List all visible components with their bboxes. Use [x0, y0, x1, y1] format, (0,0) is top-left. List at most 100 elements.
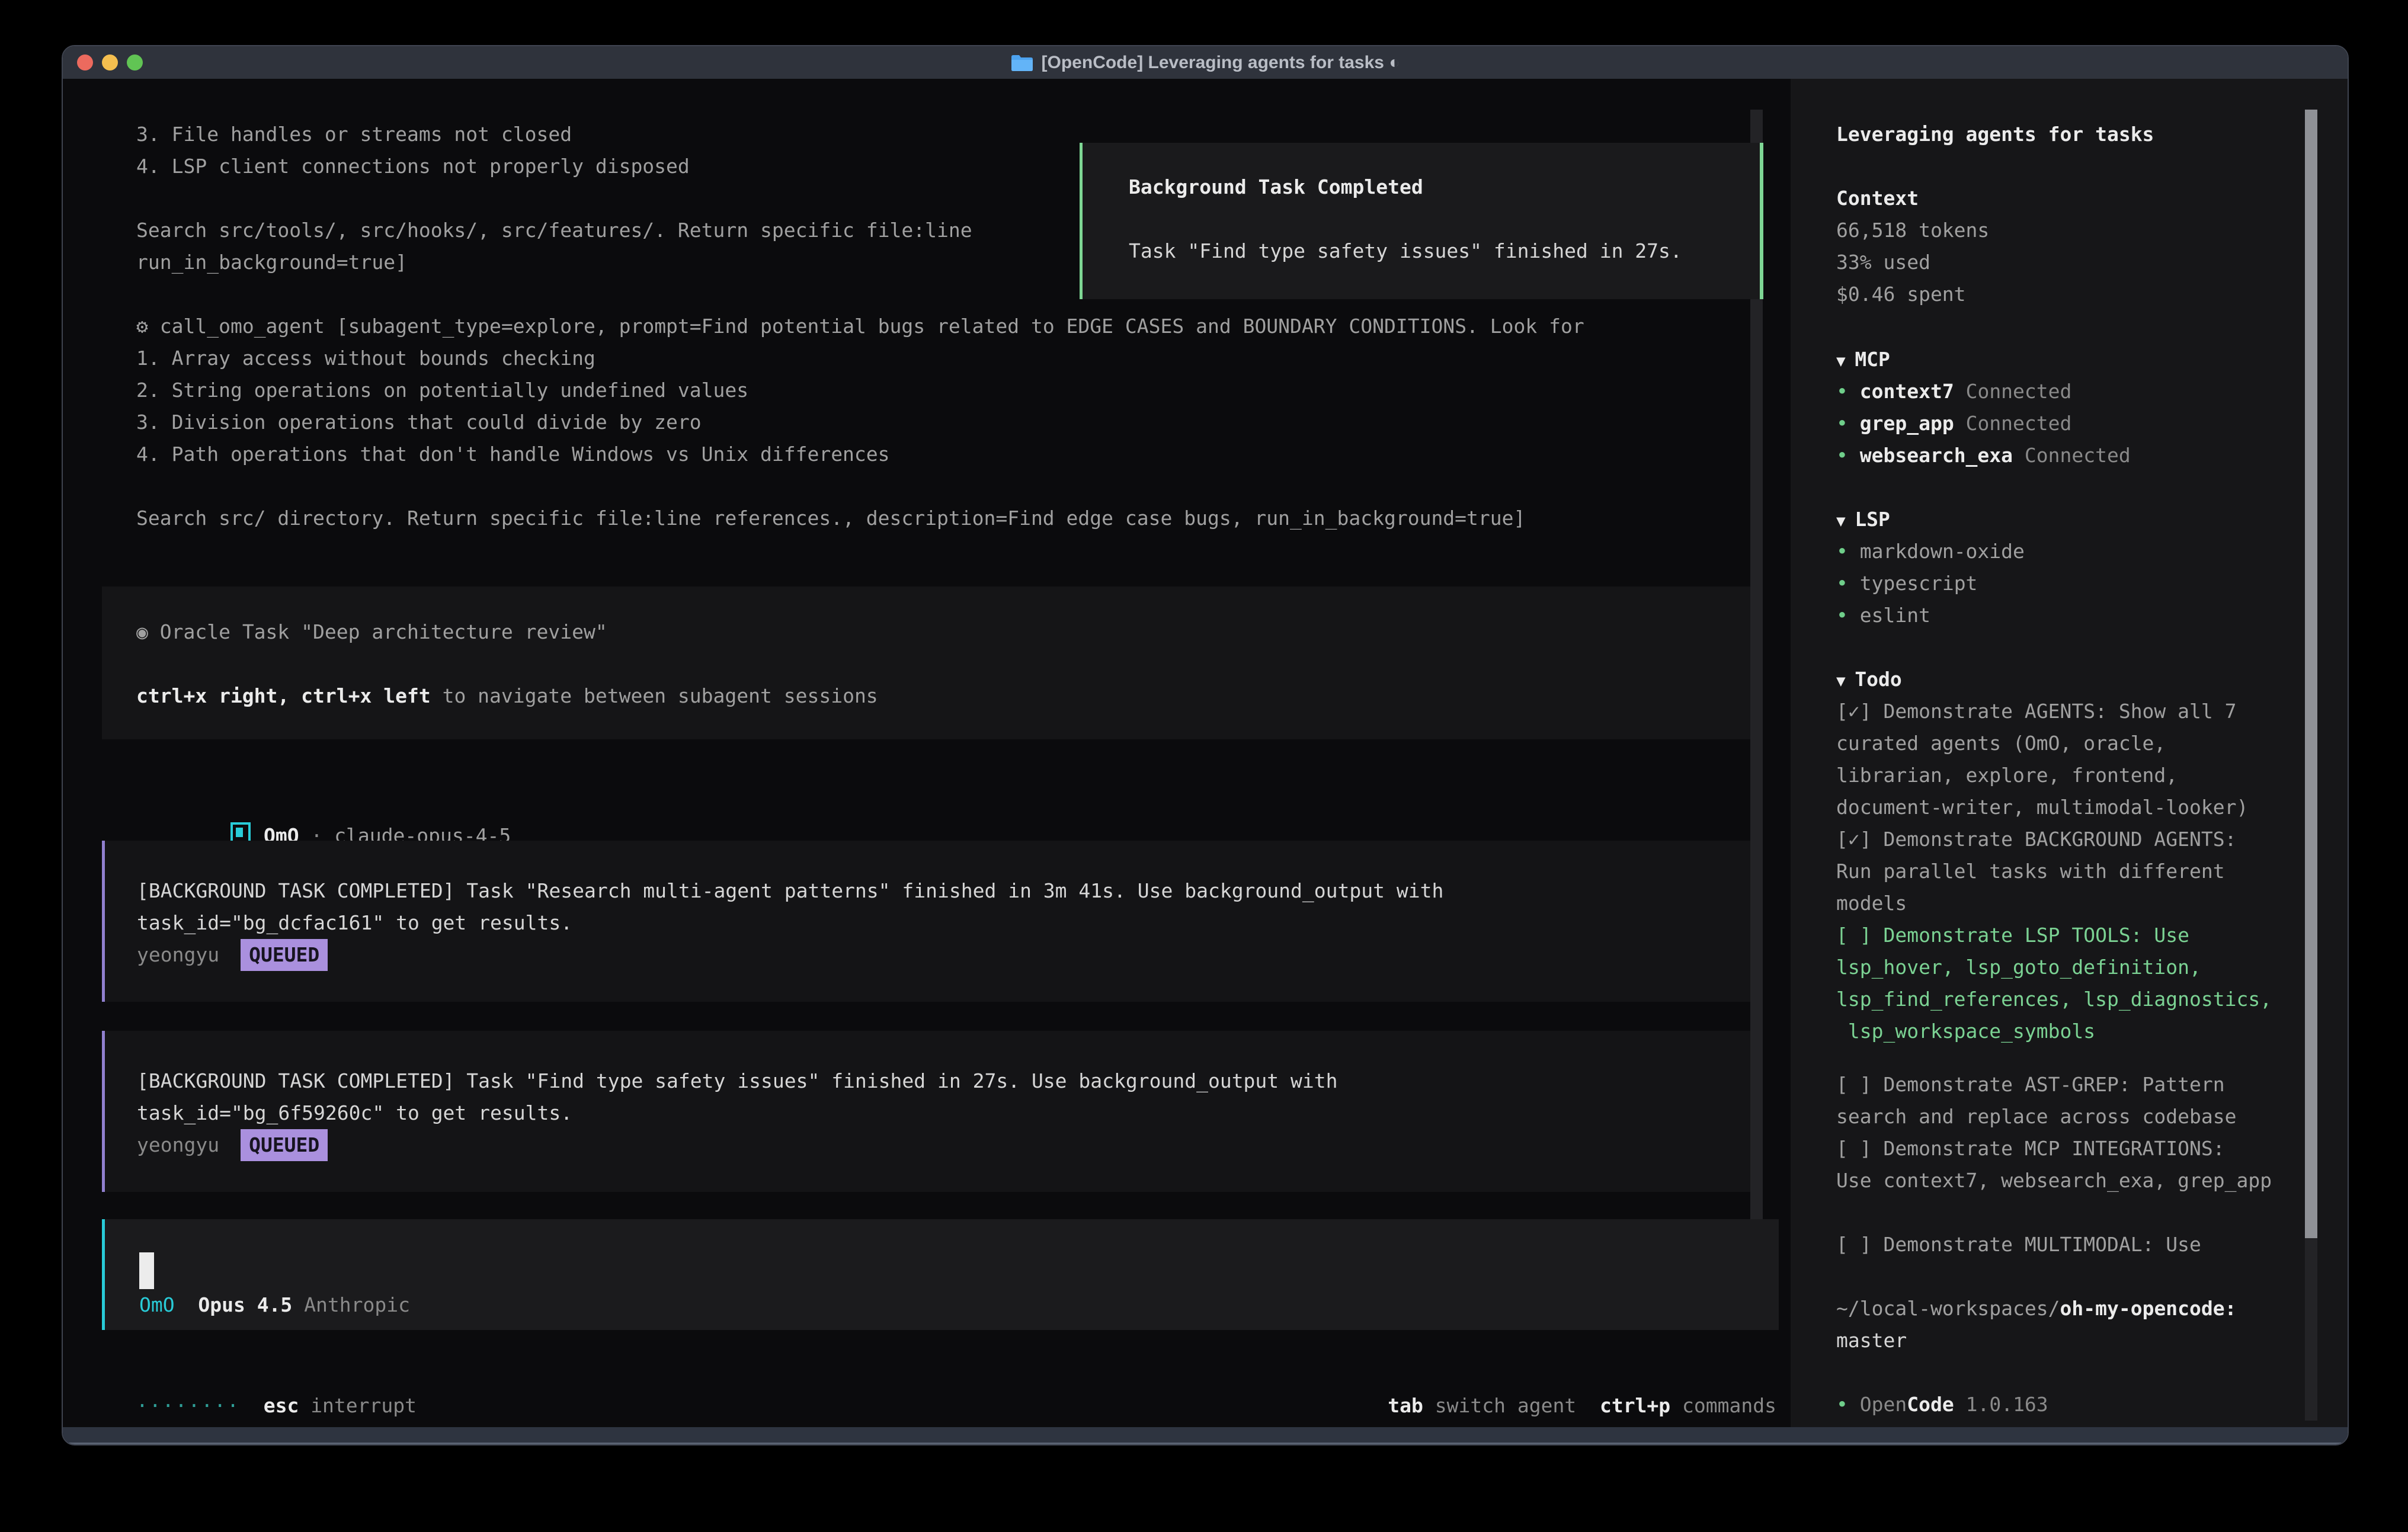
folder-icon: [1011, 54, 1033, 72]
todo-item-line: [✓] Demonstrate BACKGROUND AGENTS:: [1836, 823, 2237, 855]
todo-item-line: Run parallel tasks with different: [1836, 855, 2225, 887]
scrollback-line: run_in_background=true]: [136, 246, 407, 278]
titlebar: [OpenCode] Leveraging agents for tasks ◐: [63, 46, 2348, 79]
status-dot-icon: •: [1836, 1393, 1860, 1416]
window-bottom-bar: [63, 1427, 2348, 1444]
ctrlp-key-label: commands: [1682, 1394, 1776, 1417]
todo-item-line-active: [ ] Demonstrate LSP TOOLS: Use: [1836, 919, 2189, 951]
spinner-dots: ········: [136, 1394, 240, 1417]
hint-text: to navigate between subagent sessions: [431, 684, 878, 707]
context-heading: Context: [1836, 182, 1919, 214]
close-button[interactable]: [77, 55, 93, 70]
todo-item-line: document-writer, multimodal-looker): [1836, 791, 2248, 823]
ctrlp-key-hint: ctrl+p: [1600, 1394, 1670, 1417]
minimize-button[interactable]: [102, 55, 118, 70]
status-dot-icon: •: [1836, 572, 1860, 595]
tool-call-item: 3. Division operations that could divide…: [136, 406, 702, 438]
input-provider: Anthropic: [304, 1293, 410, 1316]
tool-call-item: 1. Array access without bounds checking: [136, 342, 595, 374]
todo-item-line-active: lsp_hover, lsp_goto_definition,: [1836, 951, 2201, 983]
statusbar-left: ········ esc interrupt: [136, 1390, 417, 1422]
window-title: [OpenCode] Leveraging agents for tasks ◐: [1011, 52, 1400, 73]
record-icon: ◉: [136, 620, 148, 643]
workspace-path: ~/local-workspaces/oh-my-opencode:: [1836, 1293, 2237, 1325]
author: yeongyu: [137, 1133, 219, 1156]
tool-call-text: call_omo_agent [subagent_type=explore, p…: [160, 315, 1584, 338]
mcp-item: • websearch_exa Connected: [1836, 440, 2131, 472]
chevron-down-icon: ▼: [1836, 352, 1855, 370]
status-badge: QUEUED: [241, 1129, 328, 1161]
tool-call-line: ⚙ call_omo_agent [subagent_type=explore,…: [136, 310, 1584, 342]
context-used: 33% used: [1836, 246, 1930, 278]
tab-key-hint: tab: [1388, 1394, 1423, 1417]
status-badge: QUEUED: [241, 939, 328, 971]
status-dot-icon: •: [1836, 540, 1860, 563]
todo-section-header[interactable]: ▼ Todo: [1836, 664, 1902, 697]
opencode-window: [OpenCode] Leveraging agents for tasks ◐…: [62, 45, 2349, 1446]
message-text: task_id="bg_dcfac161" to get results.: [137, 907, 572, 939]
sidebar-scrollbar-track[interactable]: [2305, 1238, 2317, 1421]
todo-item-line: Use context7, websearch_exa, grep_app: [1836, 1165, 2272, 1197]
notification-title: Background Task Completed: [1129, 171, 1423, 203]
lsp-item: • eslint: [1836, 600, 1930, 632]
status-dot-icon: •: [1836, 380, 1860, 403]
esc-key-hint: esc: [264, 1394, 299, 1417]
todo-item-line: [ ] Demonstrate AST-GREP: Pattern: [1836, 1069, 2225, 1101]
scrollback-line: 3. File handles or streams not closed: [136, 118, 572, 150]
background-task-message: [BACKGROUND TASK COMPLETED] Task "Find t…: [102, 1031, 1755, 1192]
message-meta: yeongyu QUEUED: [137, 939, 328, 971]
author: yeongyu: [137, 943, 219, 966]
oracle-task-hint: ctrl+x right, ctrl+x left to navigate be…: [136, 680, 878, 712]
status-dot-icon: •: [1836, 444, 1860, 467]
mcp-section-header[interactable]: ▼ MCP: [1836, 344, 1890, 377]
tool-call-item: 4. Path operations that don't handle Win…: [136, 438, 890, 470]
tab-key-label: switch agent: [1435, 1394, 1576, 1417]
lsp-section-header[interactable]: ▼ LSP: [1836, 504, 1890, 537]
oracle-task-title: ◉ Oracle Task "Deep architecture review": [136, 616, 607, 648]
chevron-down-icon: ▼: [1836, 512, 1855, 530]
toast-notification: Background Task Completed Task "Find typ…: [1080, 143, 1763, 299]
sidebar-scrollbar-thumb[interactable]: [2305, 110, 2317, 1238]
window-title-text: [OpenCode] Leveraging agents for tasks ◐: [1042, 52, 1400, 73]
context-tokens: 66,518 tokens: [1836, 214, 1989, 246]
oracle-task-box: ◉ Oracle Task "Deep architecture review"…: [102, 586, 1755, 739]
todo-item-line: search and replace across codebase: [1836, 1101, 2237, 1133]
todo-item-line: [ ] Demonstrate MULTIMODAL: Use: [1836, 1229, 2201, 1261]
terminal-area: 3. File handles or streams not closed 4.…: [63, 79, 2348, 1430]
notification-body: Task "Find type safety issues" finished …: [1129, 235, 1682, 267]
input-model-name: Opus 4.5: [198, 1293, 292, 1316]
lsp-item: • typescript: [1836, 568, 1977, 600]
todo-item-line-active: lsp_find_references, lsp_diagnostics,: [1836, 983, 2272, 1015]
status-dot-icon: •: [1836, 412, 1860, 435]
text-cursor: [139, 1252, 154, 1289]
tool-call-footer: Search src/ directory. Return specific f…: [136, 502, 1525, 534]
background-task-message: [BACKGROUND TASK COMPLETED] Task "Resear…: [102, 841, 1755, 1002]
desktop: [OpenCode] Leveraging agents for tasks ◐…: [0, 0, 2408, 1532]
message-meta: yeongyu QUEUED: [137, 1129, 328, 1161]
esc-key-label: interrupt: [310, 1394, 417, 1417]
todo-item-line: [ ] Demonstrate MCP INTEGRATIONS:: [1836, 1133, 2225, 1165]
workspace-branch: master: [1836, 1325, 1907, 1357]
todo-item-line-active: lsp_workspace_symbols: [1836, 1015, 2095, 1047]
context-spent: $0.46 spent: [1836, 278, 1966, 310]
prompt-input[interactable]: OmO Opus 4.5 Anthropic: [102, 1219, 1779, 1330]
status-dot-icon: •: [1836, 604, 1860, 627]
message-text: [BACKGROUND TASK COMPLETED] Task "Resear…: [137, 875, 1443, 907]
todo-item-line: curated agents (OmO, oracle,: [1836, 727, 2166, 759]
message-text: [BACKGROUND TASK COMPLETED] Task "Find t…: [137, 1065, 1338, 1097]
statusbar-right: tab switch agent ctrl+p commands: [1388, 1390, 1776, 1422]
gear-icon: ⚙: [136, 315, 148, 338]
chevron-down-icon: ▼: [1836, 672, 1855, 690]
zoom-button[interactable]: [127, 55, 143, 70]
todo-item-line: [✓] Demonstrate AGENTS: Show all 7: [1836, 696, 2237, 727]
mcp-item: • grep_app Connected: [1836, 408, 2071, 440]
todo-item-line: models: [1836, 887, 1907, 919]
scrollback-line: Search src/tools/, src/hooks/, src/featu…: [136, 214, 972, 246]
session-title: Leveraging agents for tasks: [1836, 118, 2154, 150]
sidebar: Leveraging agents for tasks Context 66,5…: [1791, 79, 2349, 1430]
version-line: • OpenCode 1.0.163: [1836, 1389, 2048, 1421]
hint-keys: ctrl+x right, ctrl+x left: [136, 684, 431, 707]
todo-item-line: librarian, explore, frontend,: [1836, 759, 2178, 791]
scrollback-line: 4. LSP client connections not properly d…: [136, 150, 690, 182]
input-model-line: OmO Opus 4.5 Anthropic: [139, 1289, 410, 1321]
